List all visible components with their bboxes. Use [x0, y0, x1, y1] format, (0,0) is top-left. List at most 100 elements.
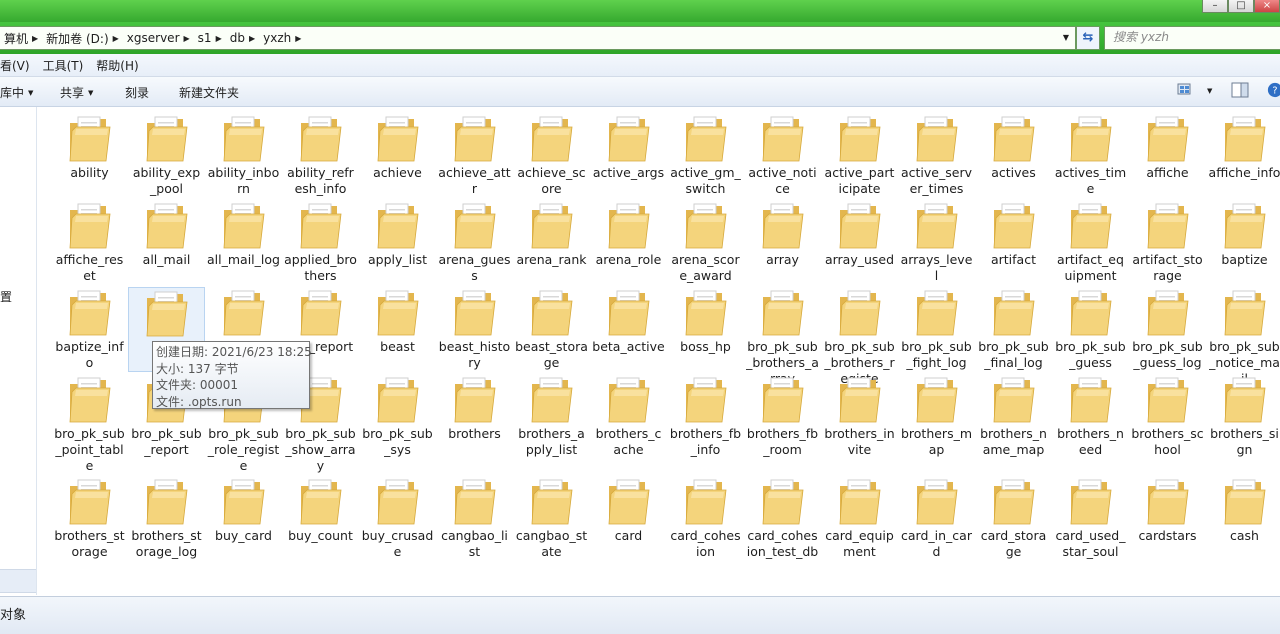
- folder-item[interactable]: baptize_info: [51, 287, 128, 372]
- new-folder-button[interactable]: 新建文件夹: [179, 84, 239, 101]
- folder-item[interactable]: baptize: [1206, 200, 1280, 285]
- folder-item[interactable]: bro_pk_sub_final_log: [975, 287, 1052, 372]
- folder-item[interactable]: buy_card: [205, 476, 282, 576]
- folder-item[interactable]: all_mail_log: [205, 200, 282, 285]
- search-box[interactable]: [1104, 26, 1280, 50]
- breadcrumb-arrow-icon[interactable]: ▶: [293, 34, 305, 43]
- folder-item[interactable]: brothers_apply_list: [513, 374, 590, 474]
- folder-item[interactable]: bro_pk_sub_point_table: [51, 374, 128, 474]
- folder-item[interactable]: card: [590, 476, 667, 576]
- folder-item[interactable]: brothers: [436, 374, 513, 474]
- folder-item[interactable]: bro_pk_sub_fight_log: [898, 287, 975, 372]
- folder-item[interactable]: applied_brothers: [282, 200, 359, 285]
- menu-help[interactable]: 帮助(H): [96, 57, 144, 74]
- folder-item[interactable]: bro_pk_sub_guess_log: [1129, 287, 1206, 372]
- breadcrumb-arrow-icon[interactable]: ▶: [30, 34, 42, 43]
- nav-item-selected[interactable]: [0, 569, 36, 593]
- menu-view[interactable]: 看(V): [0, 57, 36, 74]
- help-icon[interactable]: ?: [1266, 82, 1280, 98]
- folder-item[interactable]: actives_time: [1052, 113, 1129, 198]
- breadcrumb-arrow-icon[interactable]: ▶: [214, 34, 226, 43]
- folder-item[interactable]: bro_pk_sub_sys: [359, 374, 436, 474]
- folder-item[interactable]: arena_role: [590, 200, 667, 285]
- folder-item[interactable]: beta_active: [590, 287, 667, 372]
- address-bar[interactable]: 算机 ▶ 新加卷 (D:) ▶ xgserver ▶ s1 ▶ db ▶ yxzh ▶ ▼: [0, 26, 1076, 50]
- burn-button[interactable]: 刻录: [125, 84, 149, 101]
- folder-item[interactable]: arena_rank: [513, 200, 590, 285]
- folder-item[interactable]: buy_count: [282, 476, 359, 576]
- folder-item[interactable]: brothers_fb_info: [667, 374, 744, 474]
- breadcrumb-arrow-icon[interactable]: ▶: [182, 34, 194, 43]
- folder-item[interactable]: card_used_star_soul: [1052, 476, 1129, 576]
- folder-item[interactable]: card_equipment: [821, 476, 898, 576]
- folder-item[interactable]: boss_hp: [667, 287, 744, 372]
- breadcrumb-item[interactable]: yxzh: [259, 31, 293, 45]
- folder-item[interactable]: arena_guess: [436, 200, 513, 285]
- folder-item[interactable]: beast_history: [436, 287, 513, 372]
- search-input[interactable]: [1105, 27, 1253, 44]
- folder-item[interactable]: ability: [51, 113, 128, 198]
- folder-item[interactable]: cash: [1206, 476, 1280, 576]
- folder-item[interactable]: bro_pk_sub_notice_mail: [1206, 287, 1280, 386]
- refresh-button[interactable]: ⇆: [1076, 26, 1100, 50]
- folder-item[interactable]: active_args: [590, 113, 667, 198]
- folder-item[interactable]: bro_pk_sub_guess: [1052, 287, 1129, 372]
- folder-item[interactable]: active_notice: [744, 113, 821, 198]
- minimize-button[interactable]: –: [1202, 0, 1228, 13]
- change-view-icon[interactable]: [1177, 82, 1195, 98]
- folder-item[interactable]: bro_pk_sub_brothers_array: [744, 287, 821, 386]
- breadcrumb-item[interactable]: s1: [194, 31, 214, 45]
- folder-item[interactable]: brothers_cache: [590, 374, 667, 474]
- folder-item[interactable]: array_used: [821, 200, 898, 285]
- folder-item[interactable]: artifact_equipment: [1052, 200, 1129, 285]
- address-dropdown-icon[interactable]: ▼: [1060, 27, 1072, 49]
- folder-item[interactable]: ability_exp_pool: [128, 113, 205, 198]
- breadcrumb-arrow-icon[interactable]: ▶: [247, 34, 259, 43]
- folder-item[interactable]: brothers_invite: [821, 374, 898, 474]
- folder-item[interactable]: affiche_reset: [51, 200, 128, 285]
- folder-item[interactable]: card_storage: [975, 476, 1052, 576]
- folder-item[interactable]: cangbao_state: [513, 476, 590, 576]
- folder-item[interactable]: achieve_attr: [436, 113, 513, 198]
- preview-pane-icon[interactable]: [1231, 82, 1249, 98]
- folder-item[interactable]: brothers_fb_room: [744, 374, 821, 474]
- folder-item[interactable]: arena_score_award: [667, 200, 744, 285]
- breadcrumb-item[interactable]: 算机: [0, 30, 30, 47]
- breadcrumb-item[interactable]: 新加卷 (D:): [42, 30, 110, 47]
- breadcrumb-arrow-icon[interactable]: ▶: [111, 34, 123, 43]
- folder-item[interactable]: ability_inborn: [205, 113, 282, 198]
- folder-item[interactable]: beast: [359, 287, 436, 372]
- folder-item[interactable]: all_mail: [128, 200, 205, 285]
- folder-item[interactable]: beast_storage: [513, 287, 590, 372]
- folder-item[interactable]: arrays_level: [898, 200, 975, 285]
- folder-item[interactable]: achieve_score: [513, 113, 590, 198]
- folder-item[interactable]: array: [744, 200, 821, 285]
- folder-item[interactable]: bro_pk_sub_brothers_registe: [821, 287, 898, 386]
- folder-item[interactable]: artifact: [975, 200, 1052, 285]
- folder-item[interactable]: apply_list: [359, 200, 436, 285]
- breadcrumb-item[interactable]: xgserver: [123, 31, 182, 45]
- folder-item[interactable]: brothers_map: [898, 374, 975, 474]
- share-button[interactable]: 共享 ▼: [60, 84, 93, 101]
- folder-item[interactable]: affiche_info: [1206, 113, 1280, 198]
- menu-tools[interactable]: 工具(T): [43, 57, 90, 74]
- include-in-library-button[interactable]: 库中 ▼: [0, 84, 33, 101]
- folder-item[interactable]: brothers_need: [1052, 374, 1129, 474]
- folder-item[interactable]: active_gm_switch: [667, 113, 744, 198]
- folder-item[interactable]: active_server_times: [898, 113, 975, 198]
- folder-item[interactable]: card_in_card: [898, 476, 975, 576]
- folder-item[interactable]: brothers_storage_log: [128, 476, 205, 576]
- folder-item[interactable]: brothers_sign: [1206, 374, 1280, 474]
- nav-item-label[interactable]: 置: [0, 288, 12, 305]
- folder-item[interactable]: card_cohesion_test_db: [744, 476, 821, 576]
- folder-item[interactable]: affiche: [1129, 113, 1206, 198]
- folder-item[interactable]: brothers_storage: [51, 476, 128, 576]
- folder-item[interactable]: ability_refresh_info: [282, 113, 359, 198]
- close-button[interactable]: ×: [1254, 0, 1280, 13]
- folder-item[interactable]: actives: [975, 113, 1052, 198]
- folder-item[interactable]: active_participate: [821, 113, 898, 198]
- folder-item[interactable]: brothers_name_map: [975, 374, 1052, 474]
- folder-item[interactable]: brothers_school: [1129, 374, 1206, 474]
- folder-item[interactable]: artifact_storage: [1129, 200, 1206, 285]
- maximize-button[interactable]: □: [1228, 0, 1254, 13]
